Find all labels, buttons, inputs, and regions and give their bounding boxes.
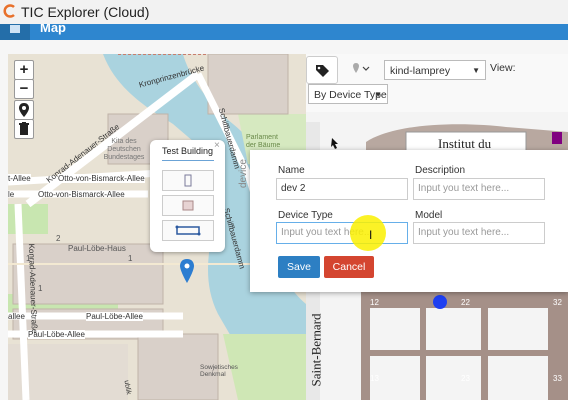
model-field[interactable]: Input you text here... bbox=[413, 222, 545, 244]
model-label: Model bbox=[415, 210, 443, 221]
building-popup: Test Building × bbox=[150, 140, 225, 252]
house-number: 1 bbox=[128, 254, 133, 263]
view-label: View: bbox=[490, 62, 516, 74]
popup-action-button[interactable] bbox=[162, 170, 214, 191]
device-type-label: Device Type bbox=[278, 210, 333, 221]
popup-close-button[interactable]: × bbox=[214, 140, 220, 151]
room-label: 33 bbox=[553, 374, 562, 383]
street-label: Otto-von-Bismarck-Allee bbox=[58, 174, 145, 183]
map-nav-icon[interactable] bbox=[0, 24, 30, 40]
device-select-value: kind-lamprey bbox=[390, 65, 451, 77]
view-mode-select[interactable]: By Device Type ▼ bbox=[308, 84, 388, 104]
room-label: 22 bbox=[461, 298, 470, 307]
pin-dropdown[interactable] bbox=[351, 62, 371, 79]
description-label: Description bbox=[415, 165, 466, 176]
trash-icon bbox=[19, 122, 29, 135]
house-number: 1 bbox=[26, 254, 31, 263]
street-label: Saint-Bernard bbox=[308, 313, 324, 387]
zoom-out-button[interactable]: − bbox=[14, 79, 34, 99]
window-title: TIC Explorer (Cloud) bbox=[21, 4, 150, 20]
text-cursor-icon: I bbox=[369, 228, 373, 242]
device-form: device Name dev 2 Description Input you … bbox=[238, 150, 568, 292]
room-label: 12 bbox=[370, 298, 379, 307]
chevron-down-icon: ▼ bbox=[374, 90, 382, 99]
name-label: Name bbox=[278, 165, 305, 176]
tag-icon bbox=[316, 65, 329, 77]
cancel-button[interactable]: Cancel bbox=[324, 256, 374, 278]
street-label-partial: le bbox=[8, 190, 15, 199]
window-titlebar: TIC Explorer (Cloud) bbox=[0, 0, 568, 25]
floor-icon bbox=[184, 174, 192, 187]
save-button[interactable]: Save bbox=[278, 256, 320, 278]
draw-marker-button[interactable] bbox=[14, 100, 34, 120]
place-label: Paul-Löbe-Haus bbox=[68, 244, 126, 253]
popup-divider bbox=[162, 160, 214, 161]
device-select[interactable]: kind-lamprey ▼ bbox=[384, 60, 486, 80]
top-navbar: Map bbox=[0, 24, 568, 40]
street-label-partial: t-Allee bbox=[8, 174, 31, 183]
house-number: 1 bbox=[38, 284, 43, 293]
device-type-field[interactable]: Input you text here... bbox=[276, 222, 408, 244]
page-title: Map bbox=[40, 24, 66, 35]
description-field[interactable]: Input you text here... bbox=[413, 178, 545, 200]
tag-button[interactable] bbox=[306, 56, 338, 84]
room-label: 23 bbox=[461, 374, 470, 383]
map-pin-icon bbox=[353, 63, 370, 73]
cursor-highlight bbox=[350, 215, 386, 251]
street-label-partial: allee bbox=[8, 312, 25, 321]
app-logo-icon bbox=[3, 4, 15, 18]
building-marker-icon[interactable] bbox=[179, 259, 195, 283]
zoom-in-button[interactable]: + bbox=[14, 60, 34, 80]
device-section-label: device bbox=[238, 159, 249, 188]
layout-icon bbox=[175, 225, 201, 236]
chevron-down-icon: ▼ bbox=[472, 66, 480, 75]
street-label: Otto-von-Bismarck-Allee bbox=[38, 190, 125, 199]
place-label: Sowjetisches Denkmal bbox=[200, 364, 238, 378]
name-field[interactable]: dev 2 bbox=[276, 178, 408, 200]
popup-action-button[interactable] bbox=[162, 195, 214, 216]
popup-action-button[interactable] bbox=[162, 220, 214, 241]
street-label: Paul-Löbe-Allee bbox=[86, 312, 143, 321]
plan-icon bbox=[182, 200, 194, 211]
house-number: 2 bbox=[56, 234, 61, 243]
place-label: Parlament der Bäume bbox=[246, 134, 281, 149]
room-label: 13 bbox=[370, 374, 379, 383]
room-label: 32 bbox=[553, 298, 562, 307]
delete-layers-button[interactable] bbox=[14, 119, 34, 139]
map-pin-icon bbox=[19, 103, 29, 117]
place-label: Kita des Deutschen Bundestages bbox=[103, 138, 145, 161]
